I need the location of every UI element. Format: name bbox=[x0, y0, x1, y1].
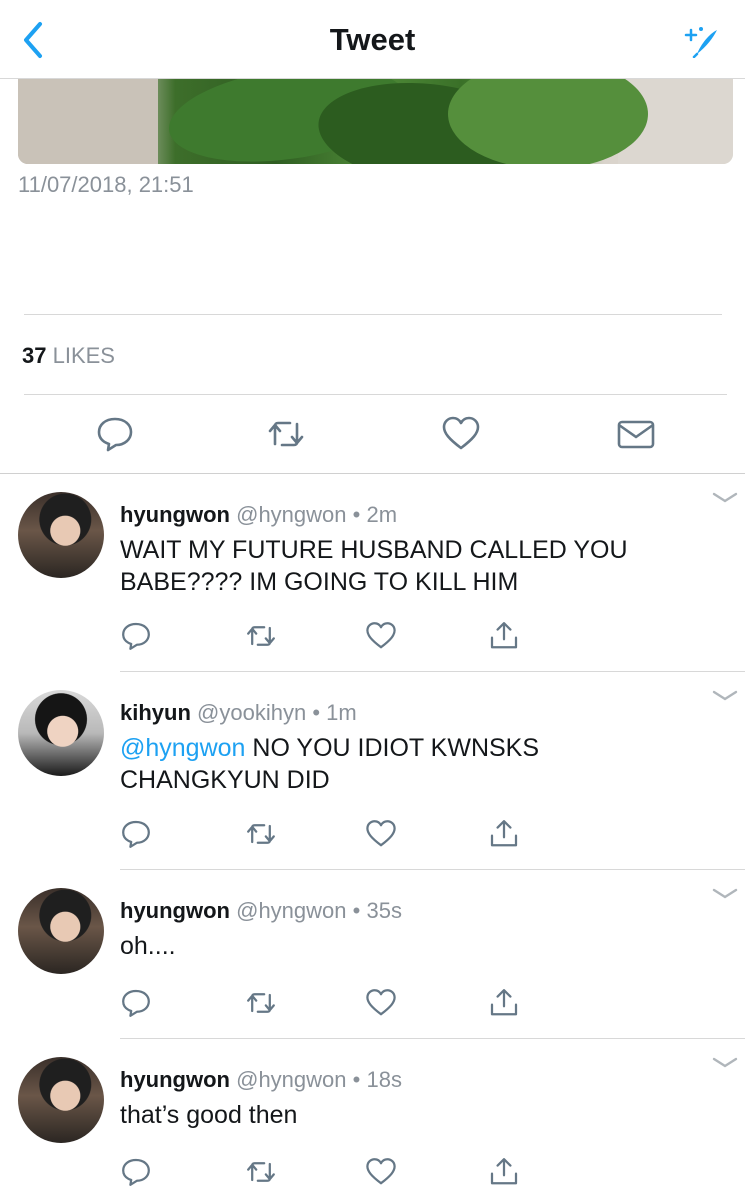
author-name[interactable]: hyungwon bbox=[120, 502, 230, 527]
share-icon[interactable] bbox=[488, 1156, 520, 1188]
reply-icon[interactable] bbox=[120, 818, 152, 850]
reply-time: 18s bbox=[366, 1067, 402, 1092]
share-icon[interactable] bbox=[488, 620, 520, 652]
avatar[interactable] bbox=[18, 888, 104, 974]
chevron-down-icon[interactable] bbox=[711, 688, 739, 704]
retweet-icon[interactable] bbox=[245, 818, 277, 850]
separator-dot: • bbox=[312, 700, 321, 725]
chevron-down-icon[interactable] bbox=[711, 886, 739, 902]
media-leaf bbox=[448, 79, 648, 164]
reply-meta: hyungwon @hyngwon • 18s bbox=[120, 1067, 402, 1093]
share-icon[interactable] bbox=[488, 987, 520, 1019]
author-handle: @hyngwon bbox=[236, 1067, 347, 1092]
like-heart-icon[interactable] bbox=[365, 620, 397, 652]
divider bbox=[24, 394, 727, 395]
author-name[interactable]: hyungwon bbox=[120, 898, 230, 923]
reply-icon[interactable] bbox=[120, 987, 152, 1019]
author-handle: @yookihyn bbox=[197, 700, 307, 725]
reply-meta: kihyun @yookihyn • 1m bbox=[120, 700, 357, 726]
like-heart-icon[interactable] bbox=[365, 818, 397, 850]
retweet-icon[interactable] bbox=[245, 620, 277, 652]
reply-text: that’s good then bbox=[120, 1101, 298, 1129]
reply-time: 1m bbox=[326, 700, 357, 725]
reply-tweet[interactable]: kihyun @yookihyn • 1m @hyngwon NO YOU ID… bbox=[0, 672, 745, 870]
divider bbox=[24, 314, 722, 315]
likes-label: LIKES bbox=[52, 343, 115, 368]
author-name[interactable]: hyungwon bbox=[120, 1067, 230, 1092]
reply-tweet[interactable]: hyungwon @hyngwon • 35s oh.... bbox=[0, 870, 745, 1039]
reply-time: 35s bbox=[366, 898, 402, 923]
reply-meta: hyungwon @hyngwon • 35s bbox=[120, 898, 402, 924]
avatar[interactable] bbox=[18, 492, 104, 578]
share-icon[interactable] bbox=[488, 818, 520, 850]
reply-text: oh.... bbox=[120, 932, 176, 960]
reply-tweet[interactable]: hyungwon @hyngwon • 2m WAIT MY FUTURE HU… bbox=[0, 474, 745, 672]
reply-meta: hyungwon @hyngwon • 2m bbox=[120, 502, 397, 528]
reply-icon[interactable] bbox=[120, 1156, 152, 1188]
reply-text: WAIT MY FUTURE HUSBAND CALLED YOU BABE??… bbox=[120, 536, 628, 596]
chevron-down-icon[interactable] bbox=[711, 1055, 739, 1071]
likes-count-link[interactable]: 37 LIKES bbox=[22, 343, 115, 369]
tweet-media-image[interactable] bbox=[18, 79, 733, 164]
likes-count: 37 bbox=[22, 343, 47, 368]
reply-text: @hyngwon NO YOU IDIOT KWNSKS CHANGKYUN D… bbox=[120, 732, 700, 796]
retweet-icon[interactable] bbox=[266, 414, 306, 454]
media-background bbox=[18, 79, 158, 164]
separator-dot: • bbox=[352, 1067, 361, 1092]
avatar[interactable] bbox=[18, 690, 104, 776]
direct-message-icon[interactable] bbox=[616, 414, 656, 454]
reply-icon[interactable] bbox=[95, 414, 135, 454]
retweet-icon[interactable] bbox=[245, 1156, 277, 1188]
like-heart-icon[interactable] bbox=[365, 987, 397, 1019]
like-heart-icon[interactable] bbox=[441, 414, 481, 454]
author-name[interactable]: kihyun bbox=[120, 700, 191, 725]
like-heart-icon[interactable] bbox=[365, 1156, 397, 1188]
top-nav-bar: Tweet bbox=[0, 0, 745, 79]
reply-tweet[interactable]: hyungwon @hyngwon • 18s that’s good then bbox=[0, 1039, 745, 1200]
compose-tweet-icon[interactable] bbox=[683, 24, 721, 58]
tweet-timestamp: 11/07/2018, 21:51 bbox=[18, 172, 194, 197]
separator-dot: • bbox=[352, 502, 361, 527]
separator-dot: • bbox=[352, 898, 361, 923]
reply-icon[interactable] bbox=[120, 620, 152, 652]
chevron-down-icon[interactable] bbox=[711, 490, 739, 506]
mention-link[interactable]: @hyngwon bbox=[120, 734, 245, 762]
author-handle: @hyngwon bbox=[236, 898, 347, 923]
reply-time: 2m bbox=[366, 502, 398, 527]
author-handle: @hyngwon bbox=[236, 502, 347, 527]
retweet-icon[interactable] bbox=[245, 987, 277, 1019]
avatar[interactable] bbox=[18, 1057, 104, 1143]
page-title: Tweet bbox=[329, 22, 416, 57]
